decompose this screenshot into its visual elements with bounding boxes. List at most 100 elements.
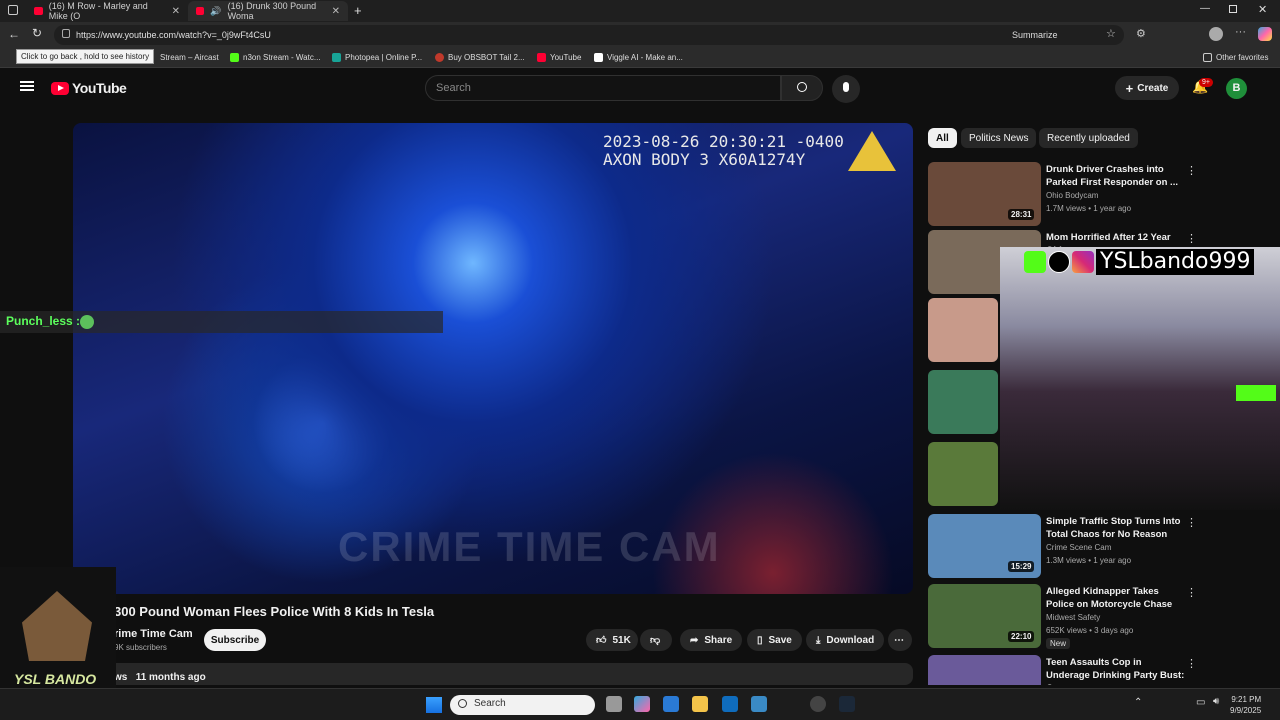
rec-title[interactable]: Teen Assaults Cop in Underage Drinking P… xyxy=(1046,656,1186,685)
tab-bar: (16) M Row - Marley and Mike (O ✕ 🔊 (16)… xyxy=(0,0,1280,22)
back-button[interactable]: ← xyxy=(8,27,20,41)
recommendation-item[interactable]: 22:10 Alleged Kidnapper Takes Police on … xyxy=(928,584,1268,649)
profile-avatar[interactable] xyxy=(1209,27,1223,41)
youtube-logo[interactable]: YouTube xyxy=(51,80,127,96)
rec-channel[interactable]: Ohio Bodycam xyxy=(1046,191,1098,200)
search-input[interactable]: Search xyxy=(425,75,781,101)
description-box[interactable]: ws 11 months ago xyxy=(104,663,913,685)
favorite-item[interactable]: YouTube xyxy=(537,53,581,62)
create-button[interactable]: + Create xyxy=(1115,76,1179,100)
speaker-icon[interactable]: 🔊 xyxy=(210,6,221,17)
close-icon[interactable]: ✕ xyxy=(332,6,340,17)
back-tooltip: Click to go back , hold to see history xyxy=(16,49,155,64)
more-icon[interactable]: ··· xyxy=(1235,26,1246,38)
close-icon[interactable]: ✕ xyxy=(172,6,180,17)
save-button[interactable]: ▯ Save xyxy=(747,629,802,651)
logo-text: YSL BANDO xyxy=(14,671,97,687)
file-explorer-icon[interactable] xyxy=(692,696,708,712)
extensions-icon[interactable]: ⚙ xyxy=(1136,27,1146,40)
more-options-icon[interactable]: ⋮ xyxy=(1186,232,1197,245)
tab-2-title: (16) Drunk 300 Pound Woma xyxy=(227,1,317,21)
new-badge: New xyxy=(1046,638,1071,649)
more-options-icon[interactable]: ⋮ xyxy=(1186,164,1197,177)
channel-name[interactable]: rime Time Cam xyxy=(114,628,193,640)
more-options-icon[interactable]: ⋮ xyxy=(1186,657,1197,670)
hamburger-menu-icon[interactable] xyxy=(20,81,34,91)
favorite-item[interactable]: n3on Stream - Watc... xyxy=(230,53,321,62)
edge-icon[interactable] xyxy=(781,696,797,712)
subscribe-button[interactable]: Subscribe xyxy=(204,629,266,651)
more-actions-button[interactable]: ⋯ xyxy=(888,629,912,651)
video-thumbnail[interactable] xyxy=(928,442,998,506)
instagram-icon xyxy=(1072,251,1094,273)
other-favorites[interactable]: Other favorites xyxy=(1203,53,1268,62)
photopea-icon xyxy=(332,53,341,62)
store-icon[interactable] xyxy=(663,696,679,712)
dislike-button[interactable]: 👎︎ xyxy=(640,629,672,651)
video-thumbnail[interactable] xyxy=(928,298,998,362)
outlook-icon[interactable] xyxy=(722,696,738,712)
url-field[interactable]: https://www.youtube.com/watch?v=_0j9wFt4… xyxy=(54,25,1124,45)
favorite-item[interactable]: Viggle AI - Make an... xyxy=(594,53,683,62)
video-thumbnail[interactable] xyxy=(928,370,998,434)
refresh-button[interactable]: ↻ xyxy=(32,26,42,40)
recommendation-item[interactable]: Teen Assaults Cop in Underage Drinking P… xyxy=(928,655,1268,685)
duration-badge: 28:31 xyxy=(1008,209,1035,220)
rec-channel[interactable]: Midwest Safety xyxy=(1046,613,1100,622)
search-icon xyxy=(797,82,807,92)
chip-all[interactable]: All xyxy=(928,128,957,148)
favorite-item[interactable]: Stream – Aircast xyxy=(160,53,219,62)
minimize-button[interactable]: — xyxy=(1200,3,1210,14)
voice-search-button[interactable] xyxy=(832,75,860,103)
clock-time: 9:21 PM xyxy=(1231,695,1262,704)
tab-2[interactable]: 🔊 (16) Drunk 300 Pound Woma ✕ xyxy=(188,1,348,21)
network-icon[interactable]: ▭ xyxy=(1196,697,1205,708)
more-options-icon[interactable]: ⋮ xyxy=(1186,516,1197,529)
taskbar-search[interactable]: Search xyxy=(450,695,595,715)
tray-chevron-icon[interactable]: ⌃ xyxy=(1134,697,1142,708)
task-view-icon[interactable] xyxy=(606,696,622,712)
restore-button[interactable] xyxy=(1229,5,1237,13)
steam-icon[interactable] xyxy=(839,696,855,712)
search-button[interactable] xyxy=(781,75,823,101)
rec-title[interactable]: Drunk Driver Crashes into Parked First R… xyxy=(1046,163,1186,189)
system-clock[interactable]: 9:21 PM 9/9/2025 xyxy=(1230,694,1261,716)
more-options-icon[interactable]: ⋮ xyxy=(1186,586,1197,599)
like-button[interactable]: 👍︎ 51K xyxy=(586,629,638,651)
youtube-logo-text: YouTube xyxy=(72,80,127,96)
favorite-item[interactable]: Buy OBSBOT Tail 2... xyxy=(435,53,525,62)
favorite-item[interactable]: Photopea | Online P... xyxy=(332,53,422,62)
volume-icon[interactable]: 🔊︎ xyxy=(1213,696,1219,707)
summarize-button[interactable]: Summarize xyxy=(1012,30,1058,40)
star-icon[interactable]: ☆ xyxy=(1106,27,1116,40)
download-button[interactable]: ⤓ Download xyxy=(806,629,885,651)
obs-icon[interactable] xyxy=(810,696,826,712)
recommendation-item[interactable]: 28:31 Drunk Driver Crashes into Parked F… xyxy=(928,162,1268,226)
photos-icon[interactable] xyxy=(751,696,767,712)
chip-politics-news[interactable]: Politics News xyxy=(961,128,1037,148)
video-player[interactable]: 2023-08-26 20:30:21 -0400 AXON BODY 3 X6… xyxy=(73,123,913,594)
recommendation-item[interactable]: 15:29 Simple Traffic Stop Turns Into Tot… xyxy=(928,514,1268,578)
video-thumbnail[interactable] xyxy=(928,655,1041,685)
new-tab-button[interactable]: + xyxy=(354,3,362,18)
close-window-button[interactable]: ✕ xyxy=(1258,3,1267,16)
rec-title[interactable]: Simple Traffic Stop Turns Into Total Cha… xyxy=(1046,515,1186,541)
account-avatar[interactable]: B xyxy=(1226,78,1247,99)
streamer-handle-banner: YSLbando999 xyxy=(1024,249,1255,275)
window-menu-icon[interactable] xyxy=(8,5,18,15)
chat-username: Punch_less : xyxy=(6,314,81,328)
copilot-icon[interactable] xyxy=(1258,27,1272,41)
rec-title[interactable]: Alleged Kidnapper Takes Police on Motorc… xyxy=(1046,585,1186,611)
thumbs-up-icon: 👍︎ xyxy=(596,635,607,646)
url-text: https://www.youtube.com/watch?v=_0j9wFt4… xyxy=(76,30,271,40)
chip-recently-uploaded[interactable]: Recently uploaded xyxy=(1039,128,1138,148)
address-bar-row: ← ↻ https://www.youtube.com/watch?v=_0j9… xyxy=(0,22,1280,48)
notification-badge: 9+ xyxy=(1199,78,1213,87)
tab-1[interactable]: (16) M Row - Marley and Mike (O ✕ xyxy=(26,1,188,21)
rec-meta: 1.3M views • 1 year ago xyxy=(1046,556,1132,565)
rec-channel[interactable]: Crime Scene Cam xyxy=(1046,543,1111,552)
copilot-icon[interactable] xyxy=(634,696,650,712)
share-button[interactable]: ➦ Share xyxy=(680,629,743,651)
windows-start-icon[interactable] xyxy=(426,697,442,713)
youtube-play-icon xyxy=(51,81,69,95)
